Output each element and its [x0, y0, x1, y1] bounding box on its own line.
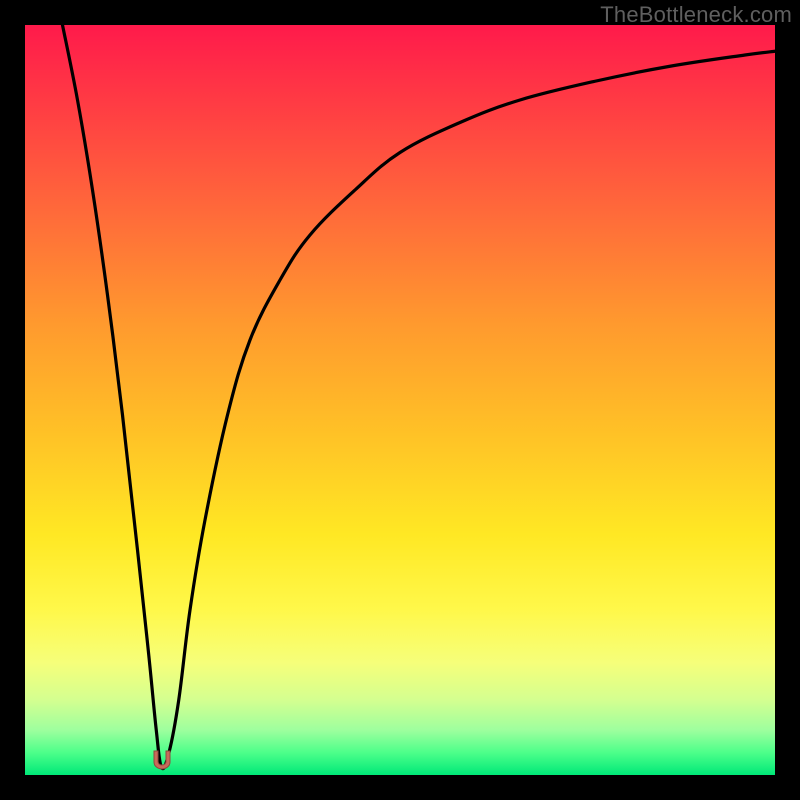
dip-marker [150, 748, 174, 770]
plot-area [25, 25, 775, 775]
chart-frame: TheBottleneck.com [0, 0, 800, 800]
bottleneck-curve [25, 25, 775, 775]
watermark-text: TheBottleneck.com [600, 2, 792, 28]
